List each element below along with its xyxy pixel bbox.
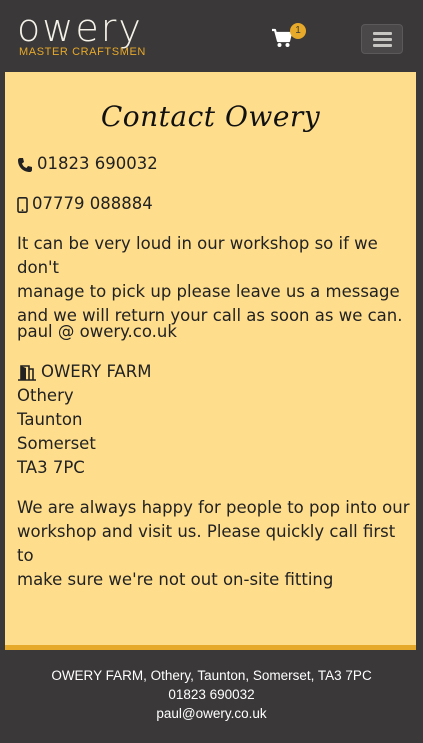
phone-number: 01823 690032	[37, 154, 158, 173]
address-first-line: OWERY FARM	[17, 360, 412, 384]
address-line: Somerset	[17, 434, 96, 453]
note-line: workshop and visit us. Please quickly ca…	[17, 522, 396, 565]
logo-wordmark: owery	[17, 6, 143, 50]
logo-tagline: MASTER CRAFTSMEN	[19, 46, 146, 58]
footer-email[interactable]: paul@owery.co.uk	[0, 704, 423, 723]
page-title: Contact Owery	[100, 100, 321, 133]
cart-count-badge: 1	[290, 23, 306, 39]
note-line: make sure we're not out on-site fitting	[17, 570, 334, 589]
note-line: It can be very loud in our workshop so i…	[17, 234, 378, 277]
workshop-noise-note: It can be very loud in our workshop so i…	[17, 232, 412, 328]
note-line: We are always happy for people to pop in…	[17, 498, 410, 517]
footer-phone[interactable]: 01823 690032	[0, 685, 423, 704]
owery-logo[interactable]: owery MASTER CRAFTSMEN	[17, 8, 167, 60]
mobile-line[interactable]: 07779 088884	[17, 192, 412, 216]
email-line[interactable]: paul @ owery.co.uk	[17, 320, 412, 344]
phone-icon	[18, 157, 32, 172]
footer-address: OWERY FARM, Othery, Taunton, Somerset, T…	[51, 668, 372, 683]
menu-toggle-button[interactable]	[361, 24, 403, 54]
footer-accent-stripe	[5, 645, 416, 650]
contact-panel: Contact Owery 01823 690032 07779 088884 …	[5, 72, 416, 645]
hamburger-menu-icon	[373, 32, 392, 35]
visit-note: We are always happy for people to pop in…	[17, 496, 412, 592]
address-line: Othery	[17, 386, 74, 405]
mobile-phone-icon	[17, 196, 28, 213]
phone-line[interactable]: 01823 690032	[17, 152, 412, 176]
address-line: Taunton	[17, 410, 83, 429]
address-block: OWERY FARM Othery Taunton Somerset TA3 7…	[17, 360, 412, 480]
hamburger-menu-icon-bar	[373, 44, 392, 47]
note-line: manage to pick up please leave us a mess…	[17, 282, 400, 301]
address-line: OWERY FARM	[41, 362, 152, 381]
address-line: TA3 7PC	[17, 458, 85, 477]
door-open-icon	[18, 364, 36, 381]
mobile-number: 07779 088884	[32, 194, 153, 213]
navbar: owery MASTER CRAFTSMEN 1	[0, 0, 423, 72]
hamburger-menu-icon-bar	[373, 38, 392, 41]
